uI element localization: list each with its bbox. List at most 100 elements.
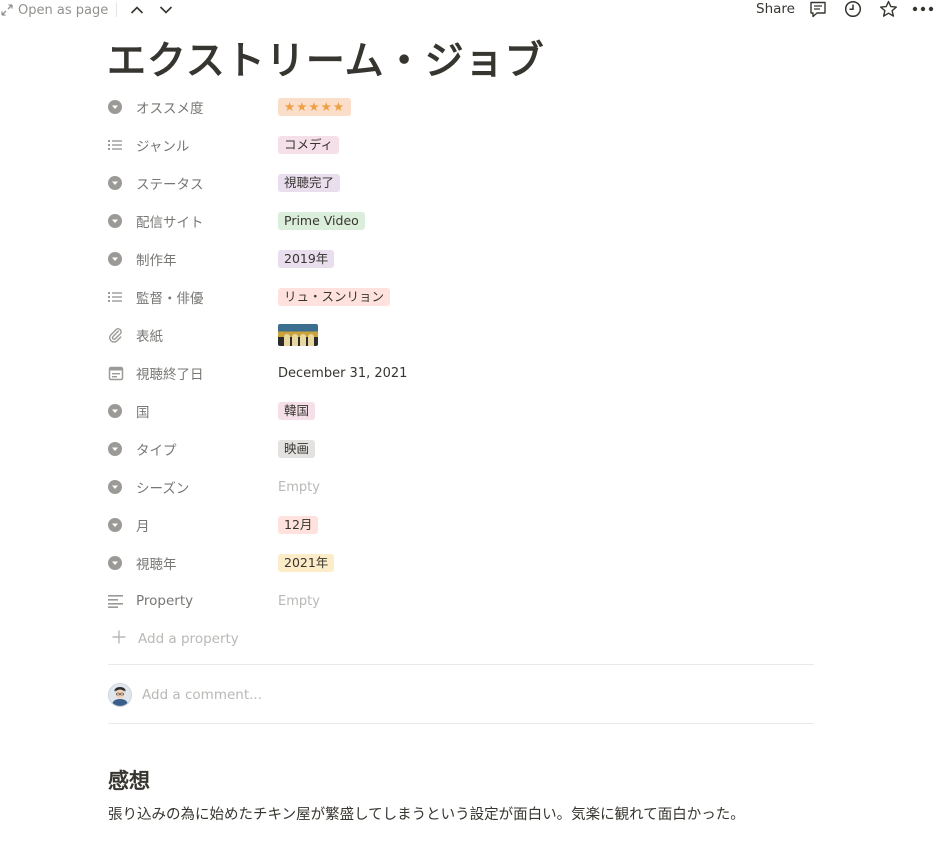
genre-tag: コメディ — [278, 136, 340, 154]
property-row: 視聴終了日 December 31, 2021 — [108, 354, 814, 392]
heading[interactable]: 感想 — [108, 765, 150, 795]
property-row: 監督・俳優 リュ・スンリョン — [108, 278, 814, 316]
property-value[interactable]: Empty — [278, 594, 320, 609]
property-row: 制作年 2019年 — [108, 240, 814, 278]
star-icon — [879, 0, 897, 17]
property-name[interactable]: 視聴年 — [108, 553, 278, 573]
text-icon — [108, 591, 130, 611]
property-row: Property Empty — [108, 582, 814, 620]
property-name[interactable]: 配信サイト — [108, 211, 278, 231]
property-name[interactable]: Property — [108, 591, 278, 611]
favorite-button[interactable] — [878, 0, 898, 18]
select-icon — [108, 211, 130, 231]
property-value[interactable]: 映画 — [278, 440, 316, 458]
date-value: December 31, 2021 — [278, 365, 408, 381]
property-value[interactable]: 視聴完了 — [278, 174, 341, 192]
property-row: ジャンル コメディ — [108, 126, 814, 164]
updates-button[interactable] — [843, 0, 863, 18]
property-value[interactable]: ★★★★★ — [278, 98, 352, 116]
property-name[interactable]: 表紙 — [108, 325, 278, 345]
select-icon — [108, 477, 130, 497]
property-label: 月 — [136, 519, 150, 535]
property-label: タイプ — [136, 443, 177, 459]
property-label: Property — [136, 593, 194, 609]
empty-value: Empty — [278, 479, 320, 495]
cover-image-thumbnail[interactable] — [278, 324, 318, 346]
property-name[interactable]: 監督・俳優 — [108, 287, 278, 307]
paragraph[interactable]: 張り込みの為に始めたチキン屋が繁盛してしまうという設定が面白い。気楽に観れて面白… — [108, 803, 745, 824]
property-name[interactable]: 月 — [108, 515, 278, 535]
property-value[interactable]: Empty — [278, 480, 320, 495]
property-value[interactable]: リュ・スンリョン — [278, 288, 391, 306]
property-label: 視聴年 — [136, 557, 177, 573]
chevron-up-icon — [130, 6, 144, 14]
page-title[interactable]: エクストリーム・ジョブ — [107, 30, 545, 86]
property-row: 月 12月 — [108, 506, 814, 544]
plus-icon — [112, 630, 126, 648]
property-row: ステータス 視聴完了 — [108, 164, 814, 202]
property-value[interactable]: コメディ — [278, 136, 340, 154]
property-label: 視聴終了日 — [136, 367, 204, 383]
list-icon — [108, 135, 130, 155]
status-tag: 視聴完了 — [278, 174, 341, 192]
property-row: 配信サイト Prime Video — [108, 202, 814, 240]
property-value[interactable] — [278, 324, 318, 346]
streaming-site-tag: Prime Video — [278, 212, 365, 230]
director-actor-tag: リュ・スンリョン — [278, 288, 391, 306]
properties-list: オススメ度 ★★★★★ ジャンル コメディ ステータス 視聴完了 配信サイト P… — [108, 88, 814, 620]
open-as-page-button[interactable]: Open as page — [0, 0, 108, 20]
property-label: ステータス — [136, 177, 204, 193]
property-name[interactable]: タイプ — [108, 439, 278, 459]
watch-year-tag: 2021年 — [278, 554, 335, 572]
comment-input[interactable]: Add a comment... — [142, 687, 262, 703]
avatar — [108, 683, 132, 707]
property-value[interactable]: 2019年 — [278, 250, 335, 268]
property-label: 制作年 — [136, 253, 177, 269]
next-page-button[interactable] — [156, 0, 176, 20]
expand-icon — [0, 3, 14, 17]
property-name[interactable]: 視聴終了日 — [108, 363, 278, 383]
property-row: タイプ 映画 — [108, 430, 814, 468]
property-value[interactable]: 12月 — [278, 516, 319, 534]
list-icon — [108, 287, 130, 307]
rating-tag: ★★★★★ — [278, 98, 352, 116]
select-icon — [108, 515, 130, 535]
property-name[interactable]: 制作年 — [108, 249, 278, 269]
divider — [116, 2, 117, 17]
property-name[interactable]: ステータス — [108, 173, 278, 193]
property-name[interactable]: オススメ度 — [108, 97, 278, 117]
property-label: シーズン — [136, 481, 190, 497]
property-value[interactable]: 韓国 — [278, 402, 316, 420]
share-button[interactable]: Share — [756, 0, 795, 18]
property-value[interactable]: December 31, 2021 — [278, 366, 407, 381]
add-property-button[interactable]: Add a property — [112, 630, 239, 648]
property-name[interactable]: ジャンル — [108, 135, 278, 155]
property-row: シーズン Empty — [108, 468, 814, 506]
topbar: Open as page Share — [0, 0, 939, 20]
property-row: 国 韓国 — [108, 392, 814, 430]
more-options-button[interactable] — [911, 0, 935, 18]
select-icon — [108, 401, 130, 421]
empty-value: Empty — [278, 593, 320, 609]
comment-icon — [810, 1, 826, 17]
month-tag: 12月 — [278, 516, 319, 534]
property-name[interactable]: シーズン — [108, 477, 278, 497]
property-name[interactable]: 国 — [108, 401, 278, 421]
comments-button[interactable] — [808, 0, 828, 18]
property-value[interactable]: Prime Video — [278, 212, 365, 230]
select-icon — [108, 97, 130, 117]
property-label: 配信サイト — [136, 215, 204, 231]
calendar-icon — [108, 363, 130, 383]
property-label: ジャンル — [136, 139, 190, 155]
production-year-tag: 2019年 — [278, 250, 335, 268]
select-icon — [108, 553, 130, 573]
country-tag: 韓国 — [278, 402, 316, 420]
property-row: オススメ度 ★★★★★ — [108, 88, 814, 126]
select-icon — [108, 173, 130, 193]
previous-page-button[interactable] — [127, 0, 147, 20]
property-value[interactable]: 2021年 — [278, 554, 335, 572]
type-tag: 映画 — [278, 440, 316, 458]
property-label: 国 — [136, 405, 150, 421]
paperclip-icon — [108, 325, 130, 345]
select-icon — [108, 249, 130, 269]
